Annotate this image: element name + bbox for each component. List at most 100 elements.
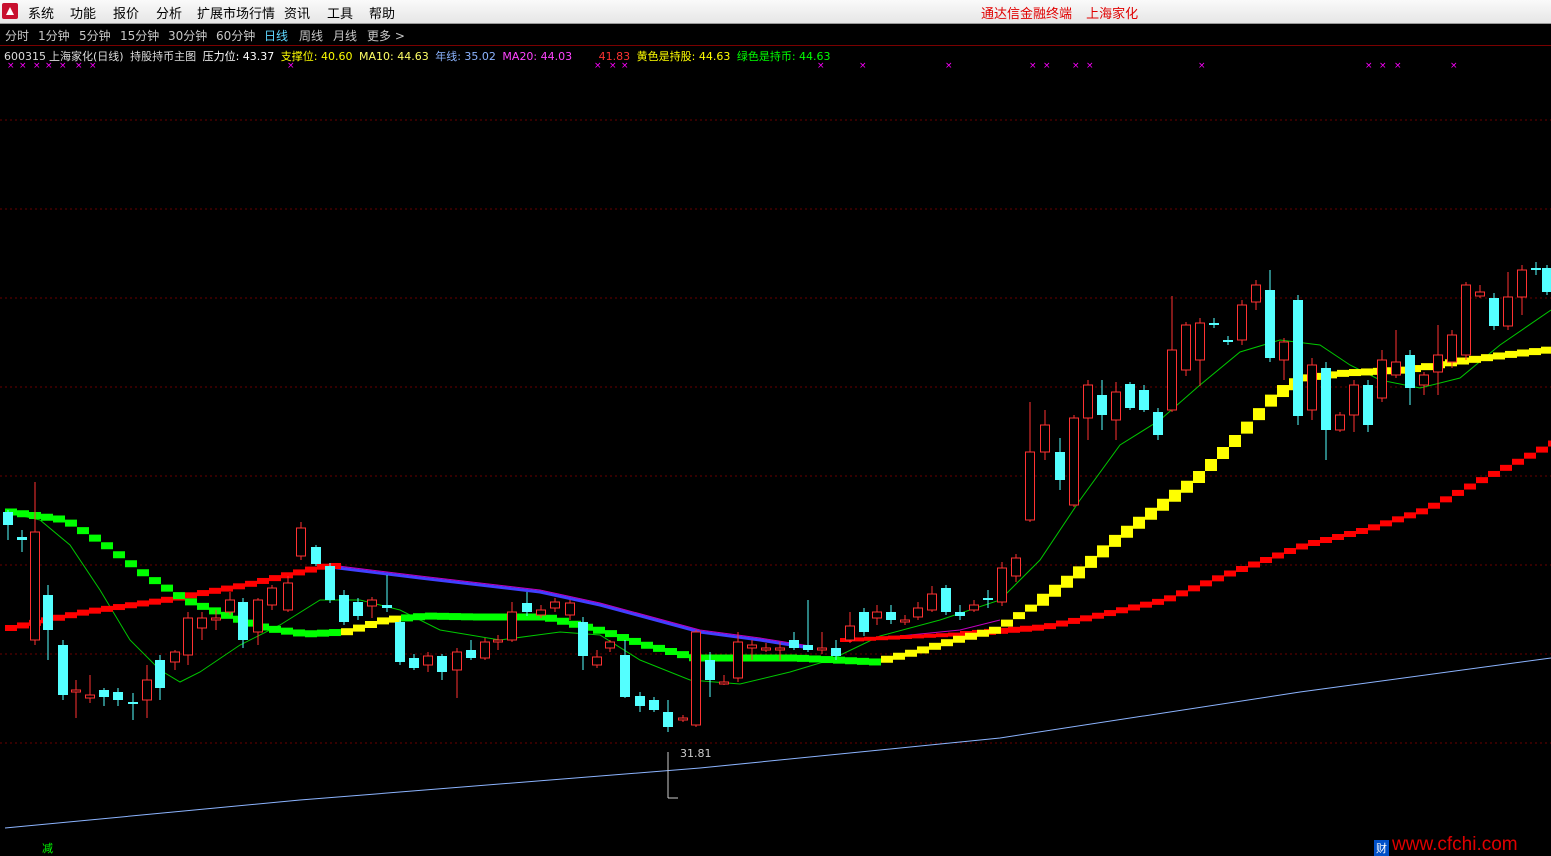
red-step: [293, 569, 305, 576]
period-intraday[interactable]: 分时: [5, 27, 29, 44]
candle-body-up: [900, 619, 910, 623]
hold-step: [749, 654, 761, 662]
hold-step: [365, 621, 377, 628]
hold-step: [65, 519, 77, 527]
ma10-path: [4, 309, 1551, 685]
period-30min[interactable]: 30分钟: [168, 27, 207, 44]
red-step: [17, 622, 29, 629]
period-60min[interactable]: 60分钟: [216, 27, 255, 44]
kline-chart[interactable]: × × × × × × × × × × × × × × × × × × × × × × × 31.81: [0, 45, 1551, 854]
red-step: [1032, 624, 1044, 631]
menu-quote[interactable]: 报价: [113, 3, 139, 22]
candle-body-up: [775, 647, 785, 651]
red-step: [900, 635, 912, 639]
candle-body-up: [1391, 361, 1401, 376]
red-step: [1128, 604, 1140, 611]
red-step: [1332, 534, 1344, 540]
red-step: [221, 585, 233, 592]
red-step: [1224, 570, 1236, 577]
candle-body-up: [1181, 324, 1191, 371]
red-step: [1272, 552, 1284, 559]
period-5min[interactable]: 5分钟: [79, 27, 111, 44]
red-step: [197, 590, 209, 597]
legend-indicator: 持股持币主图: [130, 50, 197, 63]
hold-step: [881, 655, 893, 663]
menu-extended-market[interactable]: 扩展市场行情: [197, 3, 275, 22]
red-step: [1020, 625, 1032, 632]
menu-function[interactable]: 功能: [70, 3, 96, 22]
menu-system[interactable]: 系统: [28, 3, 54, 22]
candle-body-down: [58, 645, 68, 695]
period-15min[interactable]: 15分钟: [120, 27, 159, 44]
red-step: [1524, 452, 1536, 459]
hold-step: [893, 652, 905, 660]
hold-step: [1205, 459, 1217, 471]
period-1min[interactable]: 1分钟: [38, 27, 70, 44]
menu-analysis[interactable]: 分析: [156, 3, 182, 22]
menu-tools[interactable]: 工具: [327, 3, 353, 22]
legend-pressure: 压力位: 43.37: [202, 50, 275, 63]
candle-body-down: [941, 588, 951, 612]
hold-step: [941, 639, 953, 647]
candle-body-up: [170, 651, 180, 663]
hold-step: [1469, 355, 1481, 363]
watermark: www.cfchi.com: [1392, 834, 1518, 855]
candle-body-up: [507, 611, 517, 641]
red-step: [1116, 607, 1128, 614]
hold-step: [1265, 394, 1277, 407]
hold-step: [1541, 346, 1551, 354]
hold-step: [641, 641, 653, 649]
candle-body-down: [325, 566, 335, 600]
legend-year-line: 年线: 35.02: [435, 50, 496, 63]
period-monthly[interactable]: 月线: [333, 27, 357, 44]
candle-body-up: [1461, 284, 1471, 356]
hold-step: [53, 515, 65, 523]
hold-step: [293, 629, 305, 637]
hold-step: [1505, 350, 1517, 358]
hold-step: [809, 655, 821, 663]
candle-body-down: [466, 650, 476, 658]
red-step: [1248, 561, 1260, 568]
x-marker: ×: [1029, 61, 1037, 71]
hold-step: [1217, 447, 1229, 459]
candle-body-up: [1307, 364, 1317, 411]
candle-body-up: [85, 694, 95, 699]
hold-step: [677, 651, 689, 659]
x-marker: ×: [1198, 61, 1206, 71]
candle-body-down: [238, 602, 248, 640]
hold-step: [125, 560, 137, 568]
menu-help[interactable]: 帮助: [369, 3, 395, 22]
candle-body-up: [1111, 391, 1121, 421]
period-more[interactable]: 更多 >: [367, 27, 405, 44]
candle-body-down: [1489, 298, 1499, 326]
red-step: [1200, 580, 1212, 587]
red-step: [1236, 566, 1248, 572]
candle-body-up: [1349, 384, 1359, 416]
red-step: [113, 604, 125, 611]
candle-body-up: [536, 609, 546, 616]
period-weekly[interactable]: 周线: [299, 27, 323, 44]
candle-body-down: [395, 622, 405, 662]
hold-step: [437, 612, 449, 620]
hold-step: [797, 654, 809, 662]
candle-body-up: [211, 617, 221, 621]
red-step: [1188, 585, 1200, 592]
red-step: [101, 605, 113, 612]
candle-body-down: [353, 602, 363, 616]
hold-step: [161, 584, 173, 592]
candle-body-up: [927, 593, 937, 611]
red-step: [1536, 446, 1548, 453]
candle-body-up: [267, 587, 277, 606]
menu-news[interactable]: 资讯: [284, 3, 310, 22]
hold-step: [317, 629, 329, 637]
period-daily[interactable]: 日线: [264, 27, 288, 44]
candle-body-down: [311, 547, 321, 564]
hold-step: [461, 613, 473, 621]
menu-bar: 系统 功能 报价 分析 扩展市场行情 资讯 工具 帮助 通达信金融终端 上海家化: [0, 0, 1551, 24]
hold-step: [485, 613, 497, 621]
red-step: [1152, 598, 1164, 605]
x-marker: ×: [1450, 61, 1458, 71]
candle-body-up: [761, 647, 771, 651]
candle-body-down: [955, 612, 965, 616]
low-annotation: 31.81: [667, 747, 712, 799]
